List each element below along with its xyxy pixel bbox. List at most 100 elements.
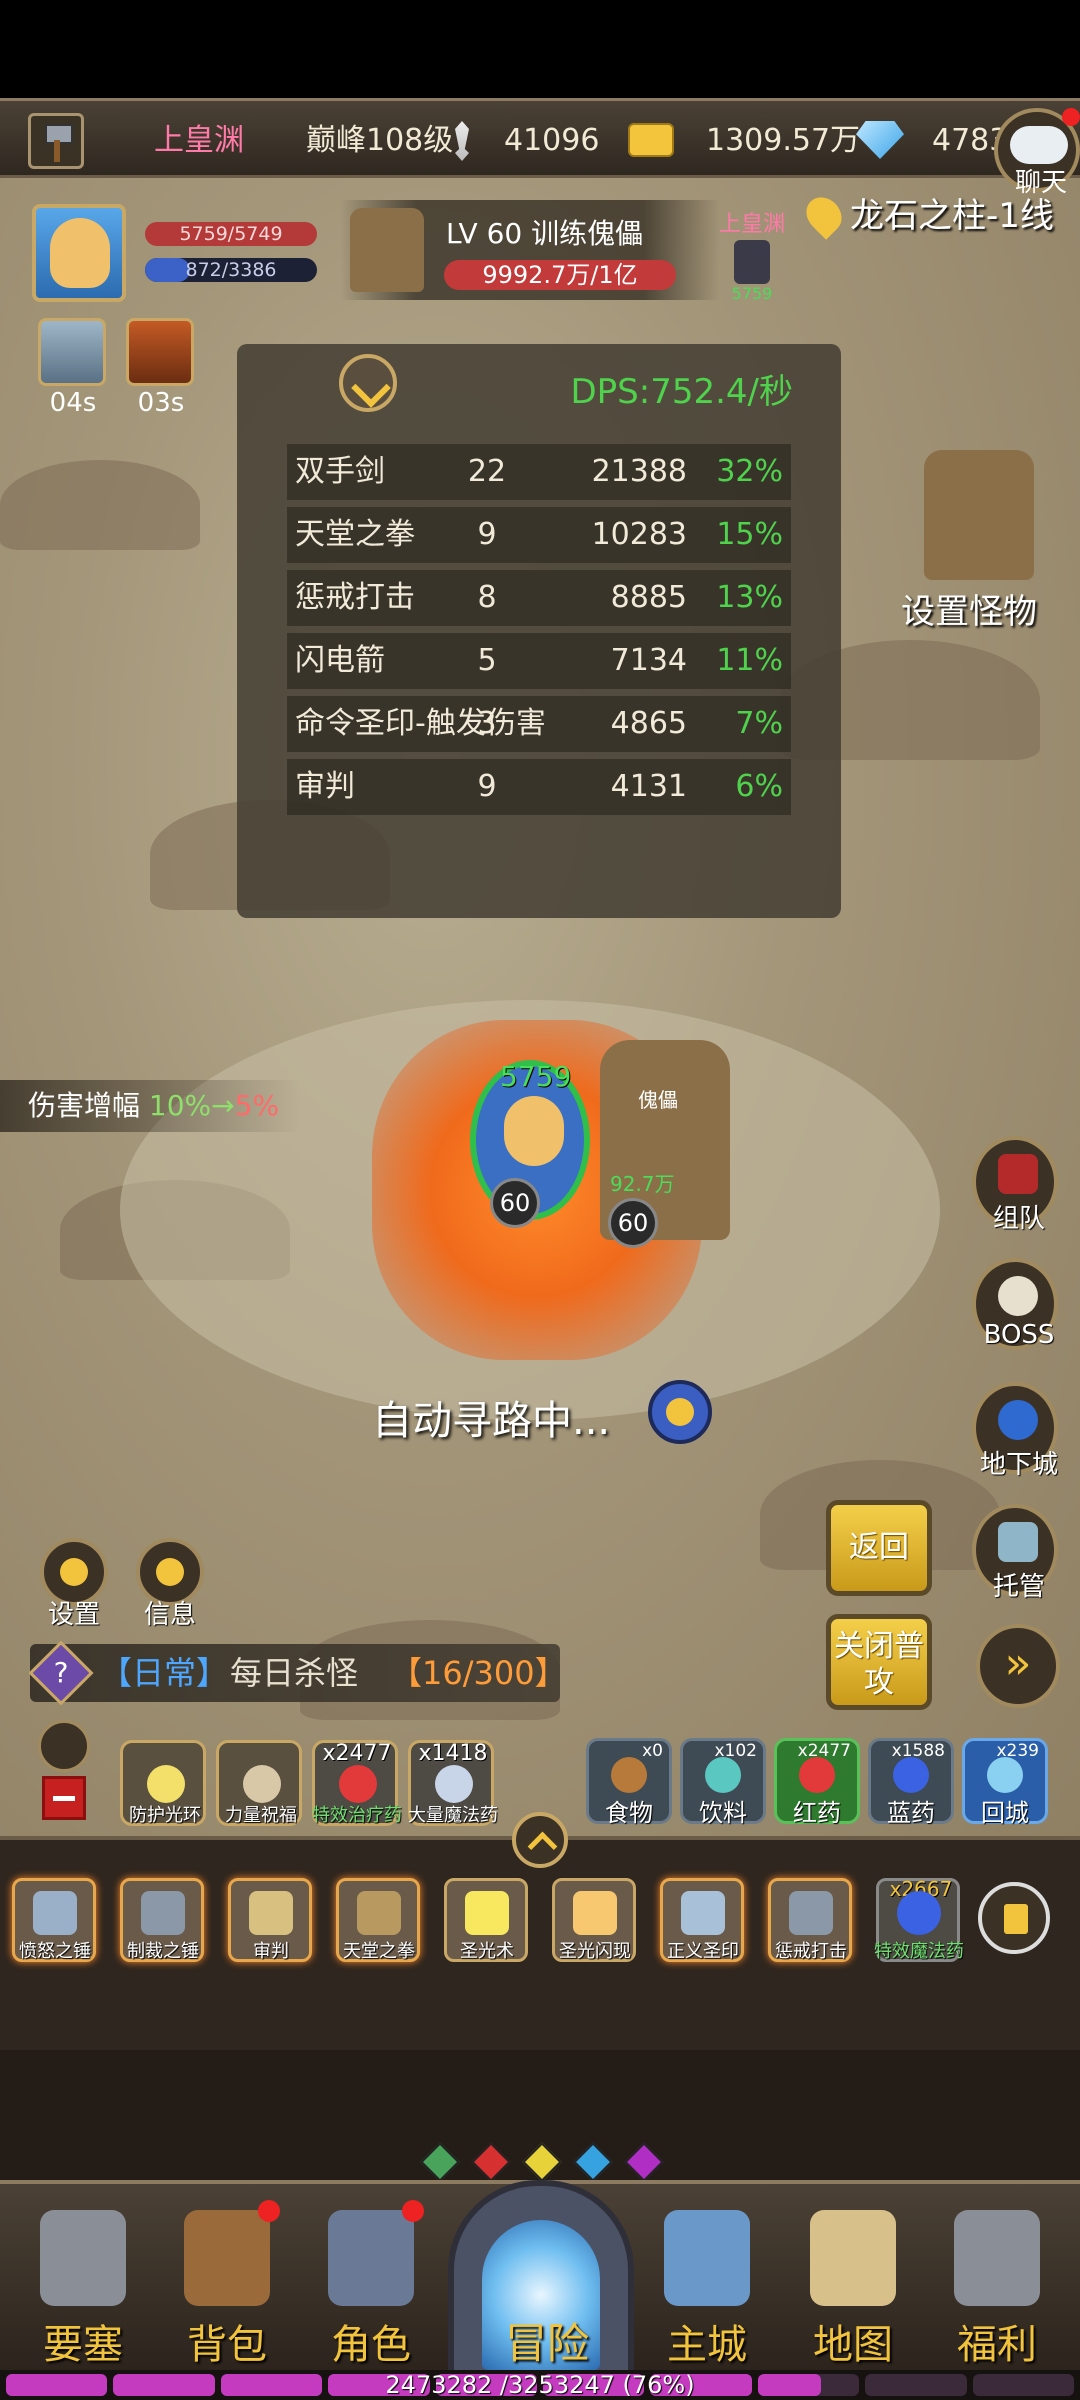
info-button[interactable]: 信息 (132, 1538, 208, 1630)
nav-adventure[interactable]: 冒险 (448, 2180, 634, 2380)
item-slot[interactable]: x1588 蓝药 (868, 1738, 954, 1827)
quick-slot[interactable]: 力量祝福 (216, 1740, 302, 1826)
golem-icon[interactable] (350, 208, 424, 292)
dps-percent: 7% (735, 706, 783, 741)
expand-button[interactable] (512, 1812, 568, 1868)
hammer-icon[interactable] (28, 113, 84, 169)
skill-slot[interactable]: 惩戒打击 (768, 1878, 852, 1962)
quick-slot[interactable]: 防护光环 (120, 1740, 206, 1826)
daily-quest-tracker[interactable]: ? 【日常】 每日杀怪 【16/300】 (28, 1640, 567, 1706)
skull-icon (998, 1276, 1038, 1316)
notification-dot (402, 2200, 424, 2222)
fist-skill-icon (357, 1891, 401, 1935)
item-slot[interactable]: x0 食物 (586, 1738, 672, 1827)
hero-hp-value: 5759 (500, 1060, 572, 1093)
skill-slot[interactable]: 制裁之锤 (120, 1878, 204, 1962)
golem-hp-value: 92.7万 (610, 1172, 675, 1196)
red-potion-icon (339, 1765, 377, 1803)
dps-damage: 10283 (591, 517, 687, 552)
skill-slot[interactable]: 天堂之拳 (336, 1878, 420, 1962)
skill-slot[interactable]: x2667 特效魔法药 (874, 1877, 964, 1962)
dps-hits: 9 (477, 517, 497, 552)
damage-boost-from: 10% (148, 1089, 212, 1122)
skill-slot[interactable]: 审判 (228, 1878, 312, 1962)
shield-aura-icon (147, 1765, 185, 1803)
player-avatar[interactable] (32, 204, 126, 302)
target-hp-bar: 9992.7万/1亿 (444, 260, 676, 290)
dps-row: 闪电箭 5 7134 11% (287, 633, 791, 689)
exp-bar: 2473282 /3253247 (76%) (0, 2370, 1080, 2400)
player-mp-bar: 872/3386 (145, 258, 317, 282)
location-name[interactable]: 龙石之柱-1线 (850, 188, 1054, 237)
fast-forward-button[interactable]: » (976, 1624, 1060, 1708)
player-mp-text: 872/3386 (185, 259, 277, 281)
item-slot[interactable]: x239 回城 (962, 1738, 1048, 1827)
nav-bag[interactable]: 背包 (162, 2200, 292, 2370)
mana-potion-icon (435, 1765, 473, 1803)
gift-icon (954, 2210, 1040, 2306)
dps-skill: 闪电箭 (295, 643, 385, 678)
minus-button[interactable] (42, 1776, 86, 1820)
auto-battle-label: 托管 (992, 1572, 1045, 1602)
scroll-map-icon (810, 2210, 896, 2306)
red-potion-icon (799, 1757, 835, 1793)
dps-skill: 审判 (295, 769, 355, 804)
player-hp-bar: 5759/5749 (145, 222, 317, 246)
quick-slot-label: 力量祝福 (225, 1805, 297, 1826)
buff-crown-icon[interactable] (126, 318, 194, 386)
back-button[interactable]: 返回 (826, 1500, 932, 1596)
auto-battle-button[interactable]: 托管 (972, 1504, 1058, 1602)
dps-hits: 3 (477, 706, 497, 741)
gold-add-icon[interactable] (628, 123, 674, 157)
quick-slot[interactable]: x2477 特效治疗药 (312, 1740, 402, 1826)
skill-slot[interactable]: 愤怒之锤 (12, 1878, 96, 1962)
castle-icon (664, 2210, 750, 2306)
nav-character[interactable]: 角色 (306, 2200, 436, 2370)
nav-welfare[interactable]: 福利 (932, 2200, 1062, 2370)
dps-percent: 6% (735, 769, 783, 804)
settings-button[interactable]: 设置 (36, 1538, 112, 1630)
holy-light-icon (465, 1891, 509, 1935)
nav-city[interactable]: 主城 (642, 2200, 772, 2370)
boss-label: BOSS (983, 1320, 1055, 1350)
pk-value: 5759 (731, 284, 773, 303)
chat-button[interactable]: 聊天 (994, 108, 1080, 198)
dps-damage: 4131 (610, 769, 687, 804)
team-button[interactable]: 组队 (972, 1136, 1058, 1234)
dps-percent: 15% (716, 517, 783, 552)
nav-map[interactable]: 地图 (788, 2200, 918, 2370)
collapse-button[interactable] (339, 354, 397, 412)
boss-button[interactable]: BOSS (972, 1258, 1058, 1350)
pk-player-icon (734, 240, 770, 284)
close-attack-button[interactable]: 关闭普攻 (826, 1614, 932, 1710)
nav-fortress[interactable]: 要塞 (18, 2200, 148, 2370)
item-label: 食物 (605, 1799, 653, 1827)
mana-potion-icon (897, 1891, 941, 1935)
skill-slot[interactable]: 圣光闪现 (552, 1878, 636, 1962)
quick-slot[interactable]: x1418 大量魔法药 (408, 1740, 498, 1826)
skill-slot[interactable]: 正义圣印 (660, 1878, 744, 1962)
dungeon-button[interactable]: 地下城 (972, 1382, 1058, 1480)
skill-label: 天堂之拳 (343, 1941, 415, 1962)
dps-skill: 双手剑 (295, 454, 385, 489)
team-label: 组队 (992, 1204, 1045, 1234)
nav-label: 角色 (331, 2322, 411, 2368)
undo-icon[interactable] (38, 1720, 90, 1772)
trash-icon[interactable] (978, 1882, 1050, 1954)
dungeon-label: 地下城 (979, 1450, 1058, 1480)
item-label: 回城 (981, 1799, 1029, 1827)
skill-label: 圣光闪现 (559, 1941, 631, 1962)
damage-boost-to: 5% (234, 1089, 280, 1122)
set-monster-button[interactable]: 设置怪物 (884, 450, 1080, 632)
buff-timer: 04s (49, 388, 97, 418)
dps-panel: DPS:752.4/秒 双手剑 22 21388 32% 天堂之拳 9 1028… (237, 344, 841, 918)
item-slot[interactable]: x102 饮料 (680, 1738, 766, 1827)
dps-percent: 11% (716, 643, 783, 678)
item-slot[interactable]: x2477 红药 (774, 1738, 860, 1827)
nav-label: 要塞 (43, 2322, 123, 2368)
auto-path-icon[interactable] (648, 1380, 712, 1444)
chat-bubble-icon (1010, 126, 1068, 164)
buff-shield-icon[interactable] (38, 318, 106, 386)
skill-slot[interactable]: 圣光术 (444, 1878, 528, 1962)
pk-badge[interactable]: 上皇渊 5759 (718, 206, 786, 303)
